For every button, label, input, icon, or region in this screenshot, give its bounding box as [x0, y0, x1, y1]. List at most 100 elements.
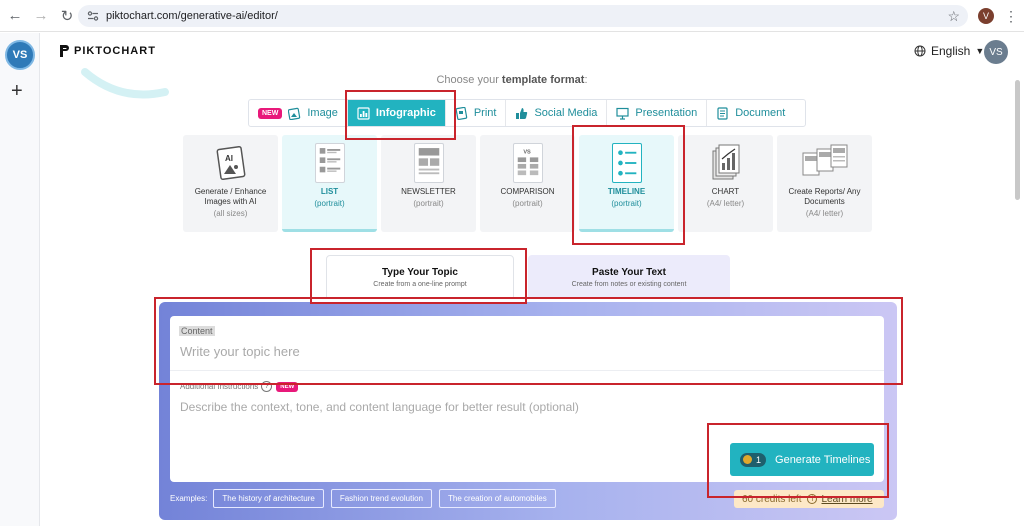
tab-paste-your-text[interactable]: Paste Your Text Create from notes or exi…: [528, 255, 730, 299]
chart-template-icon: [712, 144, 739, 180]
browser-menu-icon[interactable]: ⋮: [1004, 7, 1018, 25]
mode-subtitle: Create from notes or existing content: [571, 280, 687, 288]
address-bar[interactable]: piktochart.com/generative-ai/editor/ ☆: [78, 5, 968, 27]
print-icon: [455, 106, 468, 120]
back-icon[interactable]: ←: [4, 5, 26, 27]
learn-more-link[interactable]: Learn more: [821, 494, 872, 505]
template-ai-images[interactable]: AI Generate / Enhance Images with AI (al…: [183, 135, 278, 232]
logo-text: PIKTOCHART: [74, 45, 156, 57]
template-chart[interactable]: CHART (A4/ letter): [678, 135, 773, 232]
comparison-template-icon: VS: [512, 143, 543, 183]
choose-format-heading: Choose your template format:: [436, 74, 588, 86]
svg-text:AI: AI: [225, 154, 233, 163]
generate-timelines-button[interactable]: 1 Generate Timelines: [730, 443, 874, 476]
language-label: English: [931, 44, 971, 58]
template-subtitle: (A4/ letter): [805, 209, 844, 218]
svg-text:VS: VS: [523, 150, 531, 156]
input-mode-tabs: Type Your Topic Create from a one-line p…: [326, 255, 730, 299]
template-title: Generate / Enhance Images with AI: [194, 187, 267, 206]
template-subtitle: (all sizes): [213, 209, 248, 218]
image-icon: [288, 107, 301, 120]
thumbs-up-icon: [516, 107, 528, 119]
url-text[interactable]: piktochart.com/generative-ai/editor/: [106, 10, 278, 22]
divider: [170, 370, 884, 371]
scrollbar[interactable]: [1015, 80, 1020, 200]
document-icon: [717, 106, 728, 120]
template-list[interactable]: LIST (portrait): [282, 135, 377, 232]
topic-input[interactable]: [180, 342, 870, 360]
site-settings-icon[interactable]: [86, 9, 100, 23]
newsletter-template-icon: [413, 143, 444, 183]
reload-icon[interactable]: ↻: [56, 5, 78, 27]
examples-label: Examples:: [170, 494, 208, 503]
new-badge: NEW: [258, 107, 283, 119]
timeline-template-icon: [611, 143, 642, 183]
logo-mark-icon: [60, 45, 69, 57]
tab-print[interactable]: Print: [446, 100, 507, 126]
content-label: Content: [179, 326, 215, 336]
ai-image-icon: AI: [216, 145, 245, 181]
tab-infographic[interactable]: Infographic: [347, 100, 446, 126]
example-chip[interactable]: Fashion trend evolution: [330, 489, 433, 508]
example-chip[interactable]: The history of architecture: [213, 489, 324, 508]
browser-profile-avatar[interactable]: V: [978, 8, 994, 24]
template-comparison[interactable]: VS COMPARISON (portrait): [480, 135, 575, 232]
template-title: LIST: [320, 187, 339, 196]
template-title: NEWSLETTER: [401, 187, 456, 196]
example-chip[interactable]: The creation of automobiles: [439, 489, 556, 508]
bookmark-star-icon[interactable]: ☆: [947, 8, 960, 25]
generate-label: Generate Timelines: [775, 453, 871, 466]
presentation-icon: [616, 107, 630, 120]
tab-image-label: Image: [307, 107, 338, 119]
template-title: CHART: [711, 187, 740, 196]
globe-icon: [914, 45, 926, 57]
mode-title: Type Your Topic: [382, 266, 458, 278]
template-subtitle: (A4/ letter): [706, 199, 745, 208]
tab-document[interactable]: Document: [707, 100, 794, 126]
help-icon[interactable]: ?: [261, 381, 273, 392]
examples-row: Examples: The history of architecture Fa…: [170, 489, 563, 508]
tab-type-your-topic[interactable]: Type Your Topic Create from a one-line p…: [326, 255, 514, 299]
tab-print-label: Print: [473, 107, 497, 119]
template-subtitle: (portrait): [314, 199, 345, 208]
infographic-icon: [357, 106, 370, 120]
instructions-input[interactable]: [180, 398, 870, 416]
workspace-avatar[interactable]: VS: [5, 40, 35, 70]
tab-presentation[interactable]: Presentation: [607, 100, 708, 126]
template-options: AI Generate / Enhance Images with AI (al…: [183, 135, 872, 232]
template-title: COMPARISON: [500, 187, 555, 196]
list-template-icon: [314, 143, 345, 183]
user-avatar[interactable]: VS: [984, 40, 1008, 64]
credits-left-text: 60 credits left: [742, 493, 802, 505]
piktochart-logo[interactable]: PIKTOCHART: [58, 44, 156, 58]
mode-title: Paste Your Text: [592, 266, 666, 278]
new-badge: NEW: [276, 381, 299, 392]
template-reports[interactable]: Create Reports/ Any Documents (A4/ lette…: [777, 135, 872, 232]
browser-toolbar: ← → ↻ piktochart.com/generative-ai/edito…: [0, 0, 1024, 32]
forward-icon[interactable]: →: [30, 5, 52, 27]
template-timeline[interactable]: TIMELINE (portrait): [579, 135, 674, 232]
additional-instructions-label: Additional Instructions ? NEW: [180, 381, 299, 392]
tab-document-label: Document: [735, 107, 786, 119]
caret-down-icon: ▼: [975, 46, 985, 56]
template-subtitle: (portrait): [413, 199, 444, 208]
tab-social-media-label: Social Media: [534, 107, 598, 119]
tab-image[interactable]: NEW Image: [249, 100, 348, 126]
credit-cost-pill: 1: [740, 452, 767, 467]
coin-icon: [743, 455, 752, 464]
left-rail: VS +: [0, 33, 40, 526]
info-icon: i: [807, 494, 818, 504]
reports-template-icon: [802, 144, 847, 176]
credits-left-banner: 60 credits left i Learn more: [734, 490, 884, 508]
template-title: TIMELINE: [607, 187, 646, 196]
tab-presentation-label: Presentation: [635, 107, 698, 119]
mode-subtitle: Create from a one-line prompt: [373, 280, 467, 288]
tab-social-media[interactable]: Social Media: [506, 100, 608, 126]
template-newsletter[interactable]: NEWSLETTER (portrait): [381, 135, 476, 232]
language-selector[interactable]: English ▼: [914, 44, 984, 58]
template-subtitle: (portrait): [512, 199, 543, 208]
format-tabs: NEW Image Infographic Print Social Media…: [248, 99, 806, 127]
tab-infographic-label: Infographic: [375, 107, 436, 119]
template-subtitle: (portrait): [611, 199, 642, 208]
template-title: Create Reports/ Any Documents: [788, 187, 861, 206]
